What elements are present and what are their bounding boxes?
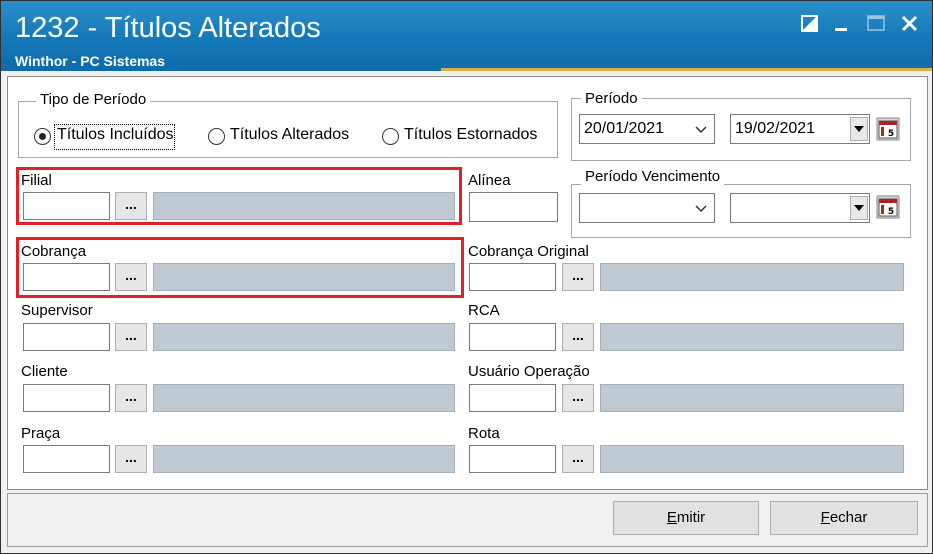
periodo-start-date[interactable]: 20/01/2021 [579, 114, 715, 144]
usuario-operacao-description [600, 384, 904, 412]
supervisor-label: Supervisor [21, 302, 93, 319]
chevron-down-icon[interactable] [694, 125, 708, 135]
dropdown-arrow-icon [854, 205, 864, 211]
emitir-button[interactable]: Emitir [613, 501, 759, 535]
cobranca-original-code-input[interactable] [469, 263, 556, 291]
label-titulos-estornados[interactable]: Títulos Estornados [404, 126, 537, 144]
periodo-end-dropdown[interactable] [850, 117, 868, 141]
filial-highlight [16, 167, 462, 225]
supervisor-lookup-button[interactable]: ... [115, 323, 147, 351]
restore-icon[interactable] [798, 11, 824, 37]
rota-lookup-button[interactable]: ... [562, 445, 594, 473]
button-bar: Emitir Fechar [7, 493, 928, 547]
application-window: 1232 - Títulos Alterados Winthor - PC Si… [0, 0, 933, 554]
label-titulos-incluidos[interactable]: Títulos Incluídos [57, 126, 174, 144]
vencimento-end-dropdown[interactable] [850, 196, 868, 220]
praca-label: Praça [21, 425, 61, 442]
emitir-label-rest: mitir [676, 509, 706, 526]
rca-label: RCA [468, 302, 500, 319]
rota-description [600, 445, 904, 473]
window-title: 1232 - Títulos Alterados [15, 12, 321, 44]
maximize-icon[interactable] [864, 11, 890, 37]
fechar-button[interactable]: Fechar [770, 501, 918, 535]
emitir-mnemonic: E [666, 509, 677, 526]
rota-code-input[interactable] [469, 445, 556, 473]
fechar-mnemonic: F [820, 509, 830, 526]
cliente-code-input[interactable] [23, 384, 110, 412]
periodo-end-date[interactable]: 19/02/2021 [730, 114, 870, 144]
chevron-down-icon[interactable] [694, 204, 708, 214]
radio-titulos-incluidos[interactable] [34, 128, 51, 145]
cobranca-original-label: Cobrança Original [468, 243, 589, 260]
radio-titulos-alterados[interactable] [208, 128, 225, 145]
periodo-legend: Período [581, 90, 642, 107]
praca-description [153, 445, 455, 473]
rca-code-input[interactable] [469, 323, 556, 351]
calendar-icon[interactable]: 5 [876, 117, 900, 141]
vencimento-start-date[interactable] [579, 193, 715, 223]
praca-lookup-button[interactable]: ... [115, 445, 147, 473]
window-subtitle: Winthor - PC Sistemas [15, 53, 166, 69]
periodo-vencimento-legend: Período Vencimento [581, 168, 725, 185]
fechar-label-rest: echar [829, 509, 868, 526]
alinea-label: Alínea [468, 172, 511, 189]
title-accent-line [441, 68, 932, 71]
form-panel: Tipo de Período Títulos Incluídos Título… [7, 76, 928, 490]
cobranca-original-description [600, 263, 904, 291]
rca-lookup-button[interactable]: ... [562, 323, 594, 351]
usuario-operacao-code-input[interactable] [469, 384, 556, 412]
rota-label: Rota [468, 425, 500, 442]
svg-text:5: 5 [888, 129, 894, 139]
cliente-lookup-button[interactable]: ... [115, 384, 147, 412]
svg-text:5: 5 [888, 207, 894, 217]
tipo-periodo-legend: Tipo de Período [36, 91, 151, 108]
cliente-label: Cliente [21, 363, 68, 380]
radio-titulos-estornados[interactable] [382, 128, 399, 145]
usuario-operacao-lookup-button[interactable]: ... [562, 384, 594, 412]
praca-code-input[interactable] [23, 445, 110, 473]
rca-description [600, 323, 904, 351]
supervisor-code-input[interactable] [23, 323, 110, 351]
cobranca-original-lookup-button[interactable]: ... [562, 263, 594, 291]
label-titulos-alterados[interactable]: Títulos Alterados [230, 126, 349, 144]
close-icon[interactable] [897, 11, 923, 37]
supervisor-description [153, 323, 455, 351]
cliente-description [153, 384, 455, 412]
minimize-icon[interactable] [830, 11, 856, 37]
calendar-icon[interactable]: 5 [876, 195, 900, 219]
alinea-input[interactable] [469, 192, 558, 222]
vencimento-end-date[interactable] [730, 193, 870, 223]
periodo-end-value: 19/02/2021 [735, 120, 816, 137]
usuario-operacao-label: Usuário Operação [468, 363, 590, 380]
title-bar[interactable]: 1232 - Títulos Alterados Winthor - PC Si… [1, 1, 932, 71]
periodo-start-value: 20/01/2021 [584, 120, 665, 137]
dropdown-arrow-icon [854, 126, 864, 132]
cobranca-highlight [16, 237, 464, 298]
